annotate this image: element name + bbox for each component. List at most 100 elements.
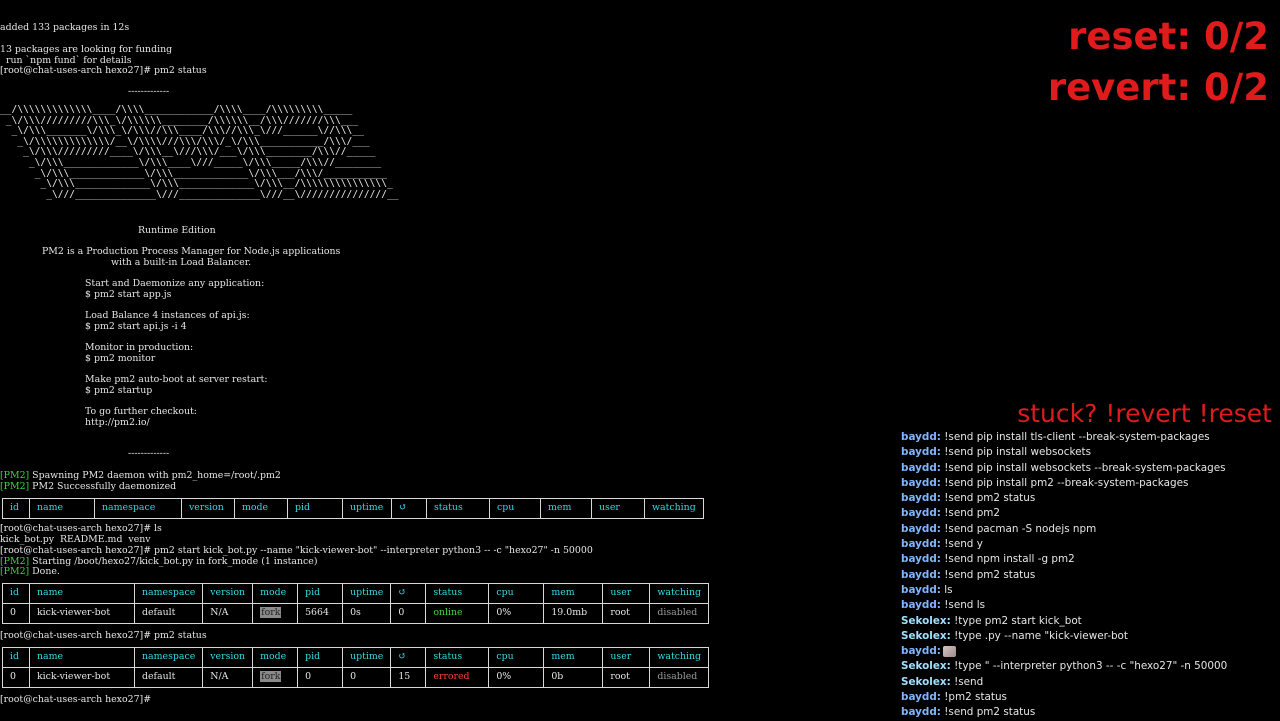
col-header: mem [543,583,604,604]
col-header: namespace [133,583,204,604]
col-header: namespace [94,498,182,519]
chat-username: baydd: [901,538,941,551]
chat-username: baydd: [901,599,941,612]
chat-username: baydd: [901,431,941,443]
pm2-tag: [PM2] [0,481,30,492]
col-header: ↺ [390,647,427,668]
cell-mode: fork [252,603,299,624]
col-header: id [2,583,30,604]
chat-message: baydd: [901,644,1280,659]
chat-message: baydd: !send y [901,537,1280,552]
chat-text: !send pip install websockets [940,446,1091,459]
col-header: uptime [342,498,392,519]
pm2-process-table-errored: id name namespace version mode pid uptim… [2,647,710,688]
cell-cpu: 0% [488,667,545,688]
chat-text: !send pm2 [940,507,1001,520]
chat-username: baydd: [901,461,941,474]
cell-restarts: 0 [390,603,427,624]
chat-username: baydd: [901,522,941,535]
spawn-message: Spawning PM2 daemon with pm2_home=/root/… [29,470,281,481]
table-row: 0 kick-viewer-bot default N/A fork 0 0 1… [2,667,710,688]
chat-message: baydd: !send pm2 status [901,705,1280,720]
chat-text: !send pip install websockets --break-sys… [940,461,1226,474]
cell-restarts: 15 [390,667,427,688]
chat-message: baydd: !send pm2 status [901,568,1280,583]
col-header: name [29,647,135,668]
col-header: id [2,647,30,668]
chat-message: baydd: !send ls [901,598,1280,613]
col-header: mode [252,647,299,668]
col-header: pid [297,647,344,668]
reset-counter: reset: 0/2 [1068,15,1269,58]
chat-text: !send pm2 status [940,492,1036,505]
revert-counter: revert: 0/2 [1047,66,1269,109]
banner-rule: ------------- [128,86,170,97]
cell-namespace: default [133,603,204,624]
terminal-line: [PM2] Done. [0,566,60,578]
chat-text: !type " --interpreter python3 -- -c "hex… [950,660,1228,673]
col-header: watching [649,583,710,604]
chat-text: !type .py --name "kick-viewer-bot [950,629,1128,642]
col-header: ↺ [390,583,427,604]
terminal-prompt: [root@chat-uses-arch hexo27]# pm2 status [0,65,207,76]
col-header: namespace [133,647,204,668]
cell-pid: 0 [297,667,344,688]
chat-panel: baydd: !send pip install tls-client --br… [901,430,1280,721]
col-header: mem [543,647,604,668]
cell-version: N/A [202,603,254,624]
chat-message: Sekolex: !type " --interpreter python3 -… [901,659,1280,674]
col-header: mode [252,583,299,604]
chat-username: baydd: [901,583,941,596]
emote-icon [942,645,956,657]
terminal-line: [PM2] PM2 Successfully daemonized [0,481,177,493]
chat-message: baydd: !send pip install pm2 --break-sys… [901,476,1280,491]
chat-text: !send ls [940,599,985,612]
daemon-message: PM2 Successfully daemonized [29,481,177,492]
chat-message: Sekolex: !type pm2 start kick_bot [901,614,1280,629]
cell-mem: 19.0mb [543,603,604,624]
col-header: watching [644,498,704,519]
chat-username: Sekolex: [901,660,951,673]
help-line: http://pm2.io/ [85,417,150,428]
col-header: version [181,498,235,519]
chat-text: !type pm2 start kick_bot [950,614,1082,627]
chat-username: baydd: [901,568,941,581]
cell-watching: disabled [649,603,710,624]
chat-message: baydd: ls [901,583,1280,598]
col-header: status [425,647,490,668]
terminal-window[interactable]: added 133 packages in 12s 13 packages ar… [0,0,800,720]
banner-rule: ------------- [128,448,170,459]
pm2-tagline: with a built-in Load Balancer. [111,257,252,268]
chat-text: !send npm install -g pm2 [940,553,1075,566]
col-header: pid [297,583,344,604]
cell-watching: disabled [649,667,710,688]
chat-text: ls [940,583,953,596]
col-header: mode [234,498,288,519]
col-header: uptime [342,583,392,604]
table-row: 0 kick-viewer-bot default N/A fork 5664 … [2,603,710,624]
cell-mem: 0b [543,667,604,688]
pm2-tag: [PM2] [0,566,30,577]
cell-pid: 5664 [297,603,344,624]
cell-name: kick-viewer-bot [29,603,135,624]
chat-message: baydd: !pm2 status [901,690,1280,705]
cell-name: kick-viewer-bot [29,667,135,688]
chat-text: !send pm2 status [940,568,1036,581]
terminal-prompt: [root@chat-uses-arch hexo27]# [0,694,152,705]
chat-message: Sekolex: !send [901,675,1280,690]
chat-message: baydd: !send pip install websockets [901,445,1280,460]
cell-uptime: 0 [342,667,392,688]
done-message: Done. [29,566,60,577]
col-header: cpu [488,647,545,668]
mode-badge: fork [260,607,282,619]
chat-text: !send [950,675,984,688]
chat-username: baydd: [901,691,941,704]
chat-message: baydd: !send pip install tls-client --br… [901,430,1280,445]
table-header-row: id name namespace version mode pid uptim… [2,583,710,604]
col-header: user [591,498,645,519]
chat-message: baydd: !send npm install -g pm2 [901,552,1280,567]
mode-badge: fork [260,671,282,683]
cell-uptime: 0s [342,603,392,624]
cell-mode: fork [252,667,299,688]
starting-message: Starting /boot/hexo27/kick_bot.py in for… [29,556,318,567]
